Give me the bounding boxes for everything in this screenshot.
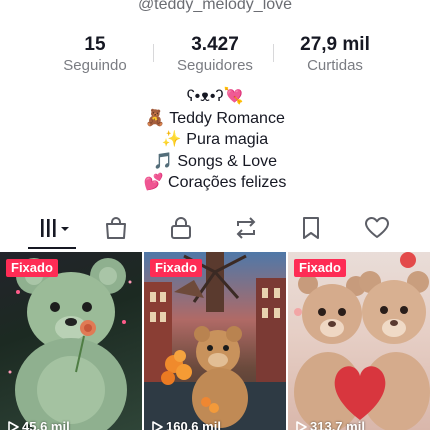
stat-followers[interactable]: 3.427 Seguidores: [155, 34, 275, 75]
pinned-badge: Fixado: [150, 259, 202, 277]
play-icon: [152, 420, 163, 430]
view-count-value: 160,6 mil: [166, 419, 221, 430]
stat-likes-value: 27,9 mil: [300, 34, 370, 55]
profile-username: @teddy_melody_love: [137, 0, 293, 13]
bio-line: 💕 Corações felizes: [143, 174, 287, 191]
tab-saved[interactable]: [286, 210, 336, 246]
video-thumbnail[interactable]: Fixado 313,7 mil: [288, 252, 430, 430]
video-thumbnail[interactable]: Fixado 160,6 mil: [144, 252, 286, 430]
teddy-with-flowers-image: [144, 252, 286, 430]
video-thumbnail[interactable]: Fixado 45,6 mil: [0, 252, 142, 430]
teddy-couple-with-heart-image: [294, 252, 430, 430]
bookmark-icon: [303, 217, 319, 239]
repost-icon: [236, 217, 256, 239]
bio-line: ✨ Pura magia: [161, 131, 269, 148]
tab-private[interactable]: [156, 210, 206, 246]
video-grid: Fixado 45,6 mil Fixado 160,6 mil Fixado …: [0, 252, 430, 430]
stat-likes-label: Curtidas: [307, 57, 363, 74]
profile-stats: 15 Seguindo 3.427 Seguidores 27,9 mil Cu…: [0, 34, 430, 76]
view-count: 45,6 mil: [8, 419, 70, 430]
stat-following[interactable]: 15 Seguindo: [35, 34, 155, 75]
view-count-value: 45,6 mil: [22, 419, 70, 430]
active-tab-indicator: [28, 247, 76, 249]
bio-line: 🧸 Teddy Romance: [145, 109, 285, 127]
view-count-value: 313,7 mil: [310, 419, 365, 430]
stat-divider: [273, 44, 274, 62]
bio-line: 🎵 Songs & Love: [153, 152, 277, 170]
stat-following-value: 15: [84, 34, 106, 55]
tab-reposts[interactable]: [221, 210, 271, 246]
stat-likes[interactable]: 27,9 mil Curtidas: [275, 34, 395, 75]
stat-followers-label: Seguidores: [177, 57, 253, 74]
stat-divider: [153, 44, 154, 62]
shopping-bag-icon: [106, 217, 126, 239]
play-icon: [8, 420, 19, 430]
profile-bio: ʕ•ᴥ•ʔ💘 🧸 Teddy Romance ✨ Pura magia 🎵 So…: [0, 86, 430, 194]
lock-icon: [171, 217, 191, 239]
profile-tabs: [0, 210, 430, 250]
tab-videos[interactable]: [27, 210, 77, 246]
heart-icon: [365, 217, 389, 238]
stat-following-label: Seguindo: [63, 57, 127, 74]
view-count: 160,6 mil: [152, 419, 221, 430]
green-teddy-bear-image: [8, 258, 132, 430]
stat-followers-value: 3.427: [191, 34, 239, 55]
tab-shop[interactable]: [91, 210, 141, 246]
pinned-badge: Fixado: [294, 259, 346, 277]
tab-liked[interactable]: [352, 210, 402, 246]
pinned-badge: Fixado: [6, 259, 58, 277]
grid-bars-icon: [41, 219, 69, 237]
play-icon: [296, 420, 307, 430]
view-count: 313,7 mil: [296, 419, 365, 430]
bio-line: ʕ•ᴥ•ʔ💘: [186, 88, 244, 105]
